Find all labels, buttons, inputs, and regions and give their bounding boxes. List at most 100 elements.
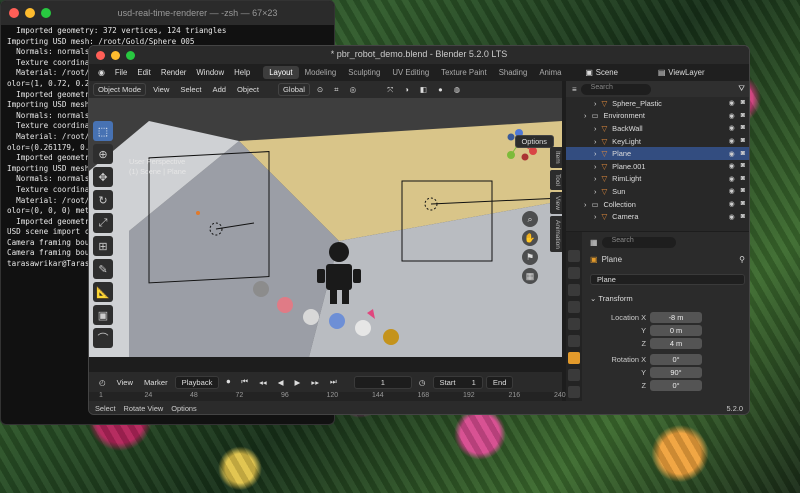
outliner-item-backwall[interactable]: › ▽ BackWall ◉ ◙ bbox=[566, 122, 749, 135]
curve-tool[interactable]: ⌒ bbox=[93, 328, 113, 348]
play-reverse-icon[interactable]: ◀ bbox=[274, 377, 288, 388]
sphere-pink[interactable] bbox=[277, 297, 293, 313]
tab-texture-paint[interactable]: Texture Paint bbox=[435, 66, 493, 79]
play-icon[interactable]: ▶ bbox=[291, 377, 305, 388]
sphere-chrome-2[interactable] bbox=[303, 309, 319, 325]
tab-item[interactable]: Item bbox=[550, 147, 562, 168]
visibility-eye-icon[interactable]: ◉ bbox=[729, 213, 735, 221]
view-layer-selector[interactable]: ▤ ViewLayer bbox=[658, 68, 705, 77]
transform-tool[interactable]: ⊞ bbox=[93, 236, 113, 256]
menu-object[interactable]: Object bbox=[233, 84, 263, 95]
expand-chevron-icon[interactable]: › bbox=[594, 174, 596, 183]
properties-search[interactable]: Search bbox=[601, 236, 676, 248]
pan-hand-icon[interactable]: ✋ bbox=[522, 230, 538, 246]
visibility-eye-icon[interactable]: ◉ bbox=[729, 124, 735, 132]
expand-chevron-icon[interactable]: › bbox=[594, 162, 596, 171]
camera-view-icon[interactable]: ⚑ bbox=[522, 249, 538, 265]
options-button[interactable]: Options bbox=[514, 135, 554, 148]
annotate-tool[interactable]: ✎ bbox=[93, 259, 113, 279]
visibility-eye-icon[interactable]: ◉ bbox=[729, 99, 735, 107]
step-forward-icon[interactable]: ▸▸ bbox=[307, 377, 323, 388]
overlay-toggle-icon[interactable]: ◑ bbox=[400, 84, 413, 95]
visibility-eye-icon[interactable]: ◉ bbox=[729, 187, 735, 195]
3d-viewport[interactable]: Object Mode View Select Add Object Globa… bbox=[89, 81, 562, 357]
output-tab-icon[interactable] bbox=[568, 284, 580, 296]
terminal-titlebar[interactable]: usd-real-time-renderer — -zsh — 67×23 bbox=[1, 1, 334, 25]
move-tool[interactable]: ✥ bbox=[93, 167, 113, 187]
end-frame-field[interactable]: End bbox=[485, 375, 514, 389]
outliner-item-sun[interactable]: › ▽ Sun ◉ ◙ bbox=[566, 185, 749, 198]
properties-panel[interactable]: ▦ Search ▣ Plane ⚲ Plane ⌄ Transform Loc… bbox=[566, 232, 749, 401]
tab-animation[interactable]: Anima bbox=[533, 66, 567, 79]
tab-animation-side[interactable]: Animation bbox=[550, 215, 562, 253]
render-camera-icon[interactable]: ◙ bbox=[741, 213, 745, 221]
outliner-item-sphere-plastic[interactable]: › ▽ Sphere_Plastic ◉ ◙ bbox=[566, 97, 749, 110]
visibility-eye-icon[interactable]: ◉ bbox=[729, 150, 735, 158]
add-cube-tool[interactable]: ▣ bbox=[93, 305, 113, 325]
timeline-ruler[interactable]: 1 24 48 72 96 120 144 168 192 216 240 bbox=[89, 392, 566, 401]
snap-icon[interactable]: ⌗ bbox=[330, 84, 342, 96]
timeline-view-menu[interactable]: View bbox=[113, 377, 137, 388]
gizmo-toggle-icon[interactable]: ⤧ bbox=[383, 84, 397, 96]
tab-tool[interactable]: Tool bbox=[550, 169, 562, 190]
blender-window[interactable]: * pbr_robot_demo.blend - Blender 5.2.0 L… bbox=[88, 45, 750, 415]
zoom-icon[interactable]: ⌕ bbox=[522, 211, 538, 227]
expand-chevron-icon[interactable]: › bbox=[594, 212, 596, 221]
current-frame-field[interactable]: 1 bbox=[353, 375, 412, 389]
render-camera-icon[interactable]: ◙ bbox=[741, 187, 745, 195]
modifier-tab-icon[interactable] bbox=[568, 369, 580, 381]
rotation-x-field[interactable]: 0° bbox=[650, 354, 702, 365]
measure-tool[interactable]: 📐 bbox=[93, 282, 113, 302]
menu-select[interactable]: Select bbox=[176, 84, 205, 95]
outliner-item-plane-001[interactable]: › ▽ Plane.001 ◉ ◙ bbox=[566, 160, 749, 173]
expand-chevron-icon[interactable]: › bbox=[584, 200, 586, 209]
scene-selector[interactable]: ▣ Scene bbox=[585, 68, 617, 77]
menu-window[interactable]: Window bbox=[191, 66, 229, 79]
pin-icon[interactable]: ⚲ bbox=[739, 255, 745, 264]
outliner-item-camera[interactable]: › ▽ Camera ◉ ◙ bbox=[566, 210, 749, 223]
cursor-tool[interactable]: ⊕ bbox=[93, 144, 113, 164]
physics-tab-icon[interactable] bbox=[568, 386, 580, 398]
expand-chevron-icon[interactable]: › bbox=[594, 99, 596, 108]
shading-solid-icon[interactable]: ● bbox=[434, 84, 447, 95]
render-camera-icon[interactable]: ◙ bbox=[741, 200, 745, 208]
expand-chevron-icon[interactable]: › bbox=[594, 187, 596, 196]
visibility-eye-icon[interactable]: ◉ bbox=[729, 112, 735, 120]
outliner-editor-icon[interactable]: ≡ bbox=[572, 85, 577, 94]
tab-shading[interactable]: Shading bbox=[493, 66, 534, 79]
location-x-field[interactable]: -8 m bbox=[650, 312, 702, 323]
outliner-item-keylight[interactable]: › ▽ KeyLight ◉ ◙ bbox=[566, 135, 749, 148]
render-camera-icon[interactable]: ◙ bbox=[741, 137, 745, 145]
menu-file[interactable]: File bbox=[110, 66, 133, 79]
visibility-eye-icon[interactable]: ◉ bbox=[729, 200, 735, 208]
rotate-tool[interactable]: ↻ bbox=[93, 190, 113, 210]
outliner-panel[interactable]: ≡ Search ⛛ › ▽ Sphere_Plastic ◉ ◙ › ▭ Environme… bbox=[566, 81, 749, 231]
visibility-eye-icon[interactable]: ◉ bbox=[729, 175, 735, 183]
sphere-gold[interactable] bbox=[383, 329, 399, 345]
select-box-tool[interactable]: ⬚ bbox=[93, 121, 113, 141]
render-camera-icon[interactable]: ◙ bbox=[741, 99, 745, 107]
perspective-grid-icon[interactable]: ▦ bbox=[522, 268, 538, 284]
jump-end-icon[interactable]: ⏭ bbox=[326, 376, 341, 388]
render-camera-icon[interactable]: ◙ bbox=[741, 150, 745, 158]
start-frame-field[interactable]: Start 1 bbox=[432, 375, 483, 389]
record-icon[interactable]: ⏺ bbox=[222, 376, 234, 388]
menu-render[interactable]: Render bbox=[156, 66, 192, 79]
tab-modeling[interactable]: Modeling bbox=[299, 66, 343, 79]
timeline-marker-menu[interactable]: Marker bbox=[140, 377, 172, 388]
object-name-field[interactable]: Plane bbox=[590, 274, 745, 285]
sphere-blue[interactable] bbox=[329, 313, 345, 329]
render-camera-icon[interactable]: ◙ bbox=[741, 175, 745, 183]
viewport-scene[interactable] bbox=[89, 81, 562, 357]
expand-chevron-icon[interactable]: › bbox=[594, 149, 596, 158]
expand-chevron-icon[interactable]: › bbox=[594, 137, 596, 146]
tab-view[interactable]: View bbox=[550, 191, 562, 214]
blender-logo-icon[interactable]: ◉ bbox=[93, 66, 110, 79]
xray-toggle-icon[interactable]: ◧ bbox=[416, 84, 431, 95]
expand-chevron-icon[interactable]: › bbox=[594, 124, 596, 133]
location-z-field[interactable]: 4 m bbox=[650, 338, 702, 349]
zoom-button[interactable] bbox=[41, 8, 51, 18]
outliner-item-rimlight[interactable]: › ▽ RimLight ◉ ◙ bbox=[566, 173, 749, 186]
outliner-item-environment[interactable]: › ▭ Environment ◉ ◙ bbox=[566, 110, 749, 123]
playback-menu[interactable]: Playback bbox=[174, 375, 220, 389]
